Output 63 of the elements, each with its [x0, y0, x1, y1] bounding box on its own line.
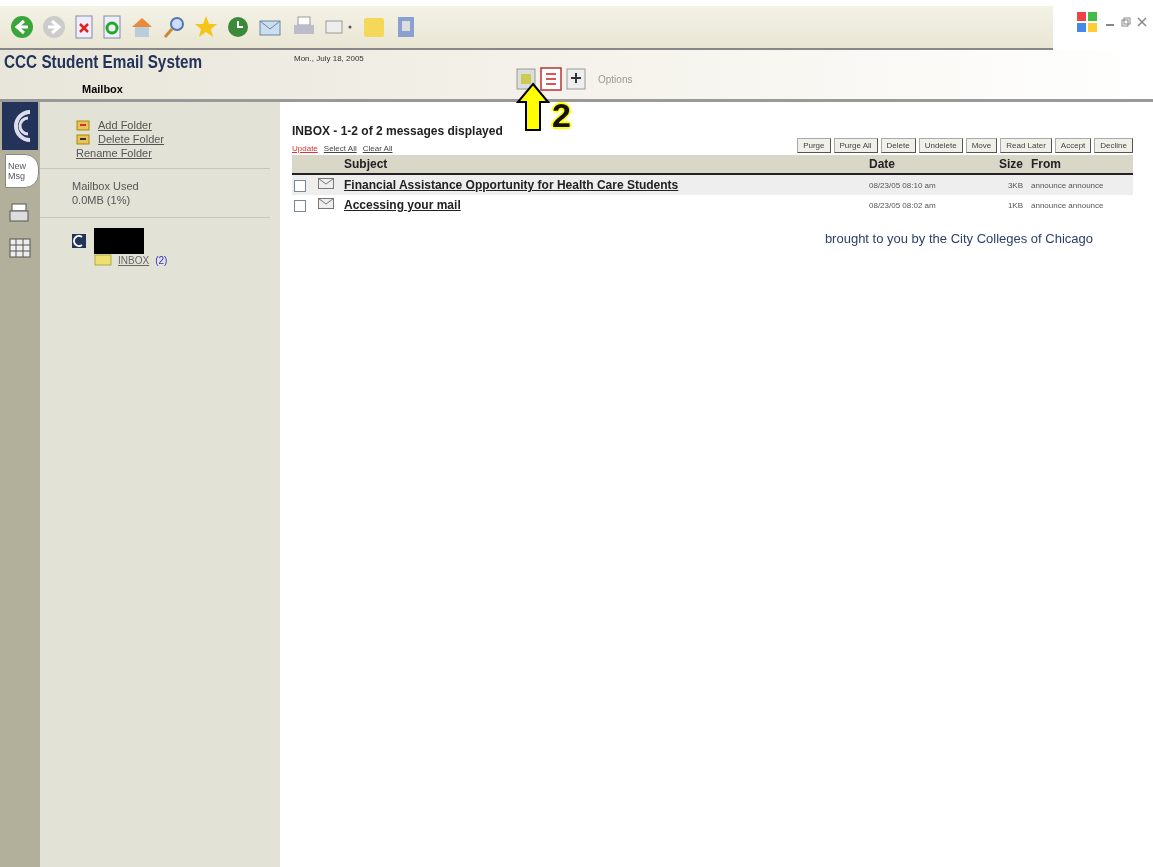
printer-icon[interactable]	[8, 202, 32, 224]
message-sender: announce announce	[1031, 200, 1104, 210]
action-link[interactable]: Clear All	[362, 144, 393, 153]
folder-action-link[interactable]: Rename Folder	[76, 146, 152, 160]
folder-action-link[interactable]: Add Folder	[98, 118, 152, 132]
message-subject-link[interactable]: Financial Assistance Opportunity for Health Care Students	[344, 178, 679, 192]
close-icon[interactable]	[1137, 17, 1147, 27]
action-button[interactable]: Purge All	[833, 138, 878, 153]
college-logo-icon	[2, 102, 38, 150]
message-size: 3KB	[1007, 180, 1023, 190]
date-text: Mon., July 18, 2005	[294, 54, 365, 63]
star-icon[interactable]	[194, 15, 218, 39]
section-title: Mailbox	[81, 83, 124, 95]
folder-icon	[76, 133, 90, 145]
mailbox-title: INBOX - 1-2 of 2 messages displayed	[292, 124, 504, 138]
history-icon[interactable]	[226, 15, 250, 39]
action-button[interactable]: Purge	[797, 138, 831, 153]
message-date: 08/23/05 08:10 am	[869, 180, 936, 190]
column-header: Subject	[342, 155, 867, 174]
windows-logo-icon	[1075, 10, 1099, 34]
envelope-icon	[318, 198, 334, 209]
folder-icon[interactable]	[516, 68, 536, 90]
folder-icon	[76, 119, 90, 131]
row-checkbox[interactable]	[294, 179, 306, 192]
usage-value: 0.0MB (1%)	[72, 193, 132, 207]
annotation-number: 2	[552, 98, 571, 132]
redacted-block	[94, 228, 144, 254]
calendar-grid-icon[interactable]	[9, 238, 31, 258]
new-message-tab[interactable]: New Msg	[5, 154, 39, 188]
column-header: From	[1025, 155, 1133, 174]
folder-count: (2)	[155, 254, 168, 266]
app-title: CCC Student Email System	[4, 52, 204, 73]
column-header: Size	[989, 155, 1025, 174]
annotation-arrow-icon	[516, 82, 550, 132]
account-icon	[72, 234, 86, 248]
home-icon[interactable]	[130, 15, 154, 39]
usage-label: Mailbox Used	[72, 179, 140, 193]
back-icon[interactable]	[10, 15, 34, 39]
search-icon[interactable]	[162, 15, 186, 39]
plus-icon[interactable]	[566, 68, 586, 90]
message-date: 08/23/05 08:02 am	[869, 200, 936, 210]
action-button[interactable]: Move	[965, 138, 998, 153]
message-sender: announce announce	[1031, 180, 1104, 190]
action-button[interactable]: Decline	[1094, 138, 1133, 153]
action-button[interactable]: Delete	[880, 138, 916, 153]
row-checkbox[interactable]	[294, 199, 306, 212]
refresh-icon[interactable]	[102, 15, 122, 39]
list-icon[interactable]	[540, 67, 562, 91]
action-link[interactable]: Update	[292, 144, 318, 153]
action-link[interactable]: Select All	[323, 144, 357, 153]
action-button[interactable]: Read Later	[1000, 138, 1052, 153]
footer-text: brought to you by the City Colleges of Chicago	[824, 231, 1093, 246]
action-button[interactable]: Accept	[1054, 138, 1092, 153]
folder-link[interactable]: INBOX	[118, 254, 150, 266]
message-subject-link[interactable]: Accessing your mail	[344, 198, 461, 212]
message-size: 1KB	[1007, 200, 1023, 210]
folder-action-link[interactable]: Delete Folder	[98, 132, 165, 146]
action-button[interactable]: Undelete	[918, 138, 963, 153]
envelope-icon	[318, 178, 334, 189]
stop-icon[interactable]	[74, 15, 94, 39]
restore-icon[interactable]	[1121, 17, 1131, 27]
folder-icon	[94, 254, 112, 266]
column-header: Date	[867, 155, 989, 174]
